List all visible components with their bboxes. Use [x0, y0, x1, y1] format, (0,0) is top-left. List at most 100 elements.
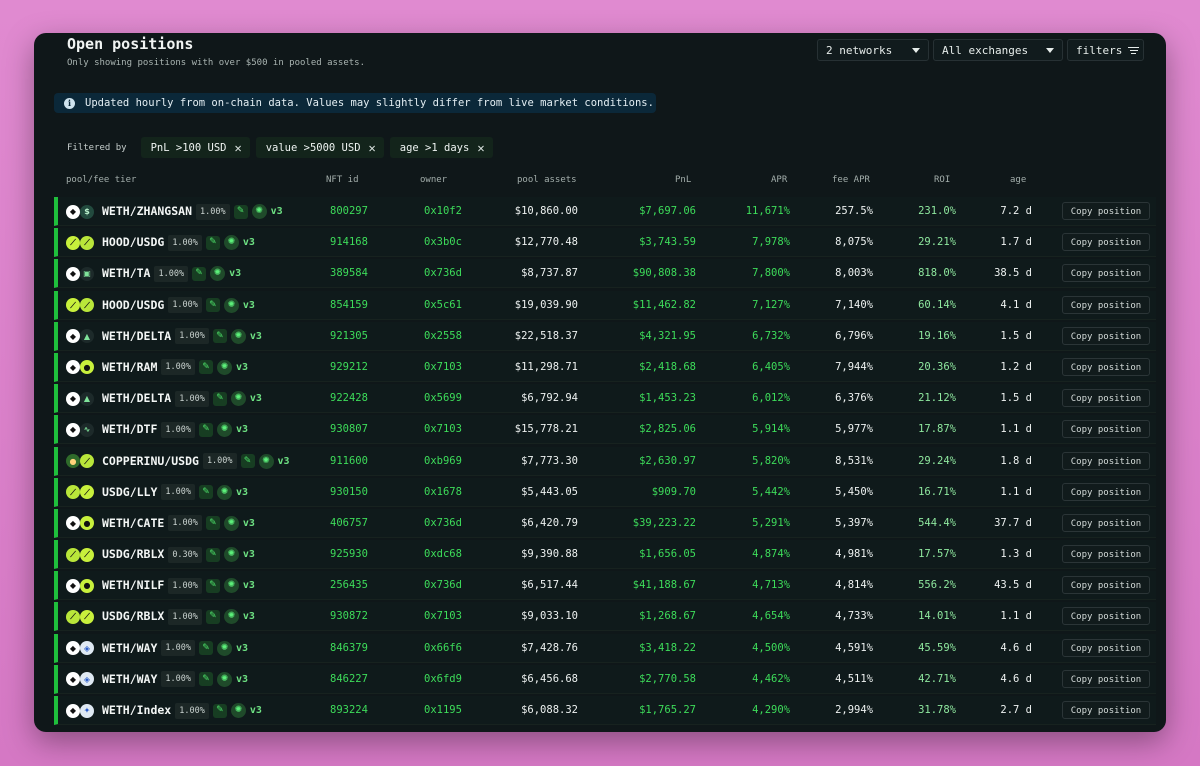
pool-pair[interactable]: WETH/Index: [102, 696, 171, 725]
networks-select[interactable]: 2 networks: [817, 39, 929, 61]
owner-address[interactable]: 0x3b0c: [424, 228, 462, 257]
nft-id[interactable]: 406757: [330, 509, 368, 538]
pool-pair[interactable]: WETH/DTF: [102, 415, 157, 444]
copy-position-button[interactable]: Copy position: [1062, 420, 1150, 439]
owner-address[interactable]: 0x736d: [424, 571, 462, 600]
owner-address[interactable]: 0x736d: [424, 509, 462, 538]
copy-position-button[interactable]: Copy position: [1062, 669, 1150, 688]
owner-address[interactable]: 0x2558: [424, 322, 462, 351]
nft-id[interactable]: 925930: [330, 540, 368, 569]
pool-pair[interactable]: HOOD/USDG: [102, 228, 164, 257]
column-header-owner[interactable]: owner: [420, 175, 447, 185]
pool-pair[interactable]: WETH/CATE: [102, 509, 164, 538]
table-row[interactable]: ⟋ ⟋ USDG/RBLX 0.30% ✎ ✺ v3 925930 0xdc68…: [54, 540, 1156, 570]
owner-address[interactable]: 0x1678: [424, 478, 462, 507]
copy-position-button[interactable]: Copy position: [1062, 576, 1150, 595]
nft-id[interactable]: 389584: [330, 259, 368, 288]
nft-id[interactable]: 921305: [330, 322, 368, 351]
nft-id[interactable]: 893224: [330, 696, 368, 725]
copy-position-button[interactable]: Copy position: [1062, 202, 1150, 220]
pool-pair[interactable]: WETH/NILF: [102, 571, 164, 600]
column-header-age[interactable]: age: [1010, 175, 1026, 185]
pool-pair[interactable]: HOOD/USDG: [102, 291, 164, 320]
nft-id[interactable]: 911600: [330, 447, 368, 476]
filter-chip-pnl[interactable]: PnL >100 USD ✕: [140, 137, 250, 158]
copy-position-button[interactable]: Copy position: [1062, 545, 1150, 564]
owner-address[interactable]: 0x66f6: [424, 634, 462, 663]
pool-pair[interactable]: WETH/WAY: [102, 634, 157, 663]
copy-position-button[interactable]: Copy position: [1062, 357, 1150, 376]
nft-id[interactable]: 846379: [330, 634, 368, 663]
copy-position-button[interactable]: Copy position: [1062, 451, 1150, 470]
copy-position-button[interactable]: Copy position: [1062, 701, 1150, 719]
nft-id[interactable]: 800297: [330, 197, 368, 226]
close-icon[interactable]: ✕: [477, 141, 484, 155]
table-row[interactable]: ◆ ● WETH/RAM 1.00% ✎ ✺ v3 929212 0x7103 …: [54, 352, 1156, 382]
copy-position-button[interactable]: Copy position: [1062, 264, 1150, 283]
table-row[interactable]: ◆ ▲ WETH/DELTA 1.00% ✎ ✺ v3 921305 0x255…: [54, 321, 1156, 351]
copy-position-button[interactable]: Copy position: [1062, 607, 1150, 626]
nft-id[interactable]: 930872: [330, 602, 368, 631]
table-row[interactable]: ◆ ✦ WETH/Index 1.00% ✎ ✺ v3 893224 0x119…: [54, 696, 1156, 725]
pool-pair[interactable]: COPPERINU/USDG: [102, 447, 199, 476]
copy-position-button[interactable]: Copy position: [1062, 326, 1150, 345]
copy-position-button[interactable]: Copy position: [1062, 513, 1150, 532]
column-header-assets[interactable]: pool assets: [517, 175, 577, 185]
copy-position-button[interactable]: Copy position: [1062, 482, 1150, 501]
pool-pair[interactable]: USDG/RBLX: [102, 602, 164, 631]
copy-position-button[interactable]: Copy position: [1062, 638, 1150, 657]
table-row[interactable]: ◆ $ WETH/ZHANGSAN 1.00% ✎ ✺ v3 800297 0x…: [54, 197, 1156, 226]
table-row[interactable]: ◆ ● WETH/NILF 1.00% ✎ ✺ v3 256435 0x736d…: [54, 571, 1156, 601]
filters-button[interactable]: filters: [1067, 39, 1144, 61]
table-row[interactable]: ⟋ ⟋ HOOD/USDG 1.00% ✎ ✺ v3 854159 0x5c61…: [54, 290, 1156, 320]
table-row[interactable]: ⟋ ⟋ USDG/LLY 1.00% ✎ ✺ v3 930150 0x1678 …: [54, 477, 1156, 507]
owner-address[interactable]: 0xdc68: [424, 540, 462, 569]
close-icon[interactable]: ✕: [369, 141, 376, 155]
table-row[interactable]: ◆ ◈ WETH/WAY 1.00% ✎ ✺ v3 846227 0x6fd9 …: [54, 664, 1156, 694]
pool-pair[interactable]: WETH/WAY: [102, 665, 157, 694]
nft-id[interactable]: 930150: [330, 478, 368, 507]
owner-address[interactable]: 0x5699: [424, 384, 462, 413]
table-row[interactable]: ⟋ ⟋ HOOD/USDG 1.00% ✎ ✺ v3 914168 0x3b0c…: [54, 228, 1156, 258]
nft-id[interactable]: 854159: [330, 291, 368, 320]
table-row[interactable]: ◆ ▲ WETH/DELTA 1.00% ✎ ✺ v3 922428 0x569…: [54, 384, 1156, 414]
exchanges-select[interactable]: All exchanges: [933, 39, 1063, 61]
close-icon[interactable]: ✕: [234, 141, 241, 155]
owner-address[interactable]: 0x6fd9: [424, 665, 462, 694]
copy-position-button[interactable]: Copy position: [1062, 295, 1150, 314]
owner-address[interactable]: 0x7103: [424, 415, 462, 444]
owner-address[interactable]: 0x5c61: [424, 291, 462, 320]
pool-pair[interactable]: USDG/LLY: [102, 478, 157, 507]
table-row[interactable]: ◆ ◈ WETH/WAY 1.00% ✎ ✺ v3 846379 0x66f6 …: [54, 633, 1156, 663]
nft-id[interactable]: 914168: [330, 228, 368, 257]
pool-pair[interactable]: WETH/RAM: [102, 353, 157, 382]
column-header-roi[interactable]: ROI: [934, 175, 950, 185]
table-row[interactable]: ◆ ∿ WETH/DTF 1.00% ✎ ✺ v3 930807 0x7103 …: [54, 415, 1156, 445]
pool-pair[interactable]: WETH/DELTA: [102, 384, 171, 413]
table-row[interactable]: ◆ ▣ WETH/TA 1.00% ✎ ✺ v3 389584 0x736d $…: [54, 259, 1156, 289]
copy-position-button[interactable]: Copy position: [1062, 233, 1150, 252]
column-header-pnl[interactable]: PnL: [675, 175, 691, 185]
nft-id[interactable]: 929212: [330, 353, 368, 382]
table-row[interactable]: ⟋ ⟋ USDG/RBLX 1.00% ✎ ✺ v3 930872 0x7103…: [54, 602, 1156, 632]
owner-address[interactable]: 0x10f2: [424, 197, 462, 226]
pool-pair[interactable]: WETH/DELTA: [102, 322, 171, 351]
owner-address[interactable]: 0x736d: [424, 259, 462, 288]
nft-id[interactable]: 256435: [330, 571, 368, 600]
owner-address[interactable]: 0x7103: [424, 353, 462, 382]
filter-chip-age[interactable]: age >1 days ✕: [389, 137, 493, 158]
pool-pair[interactable]: WETH/ZHANGSAN: [102, 197, 192, 226]
nft-id[interactable]: 930807: [330, 415, 368, 444]
nft-id[interactable]: 846227: [330, 665, 368, 694]
column-header-pool[interactable]: pool/fee tier: [66, 175, 136, 185]
column-header-fee-apr[interactable]: fee APR: [832, 175, 870, 185]
pool-pair[interactable]: USDG/RBLX: [102, 540, 164, 569]
column-header-nft[interactable]: NFT id: [326, 175, 359, 185]
filter-chip-value[interactable]: value >5000 USD ✕: [255, 137, 384, 158]
table-row[interactable]: ◆ ● WETH/CATE 1.00% ✎ ✺ v3 406757 0x736d…: [54, 508, 1156, 538]
table-row[interactable]: ● ⟋ COPPERINU/USDG 1.00% ✎ ✺ v3 911600 0…: [54, 446, 1156, 476]
copy-position-button[interactable]: Copy position: [1062, 389, 1150, 408]
owner-address[interactable]: 0xb969: [424, 447, 462, 476]
nft-id[interactable]: 922428: [330, 384, 368, 413]
owner-address[interactable]: 0x1195: [424, 696, 462, 725]
